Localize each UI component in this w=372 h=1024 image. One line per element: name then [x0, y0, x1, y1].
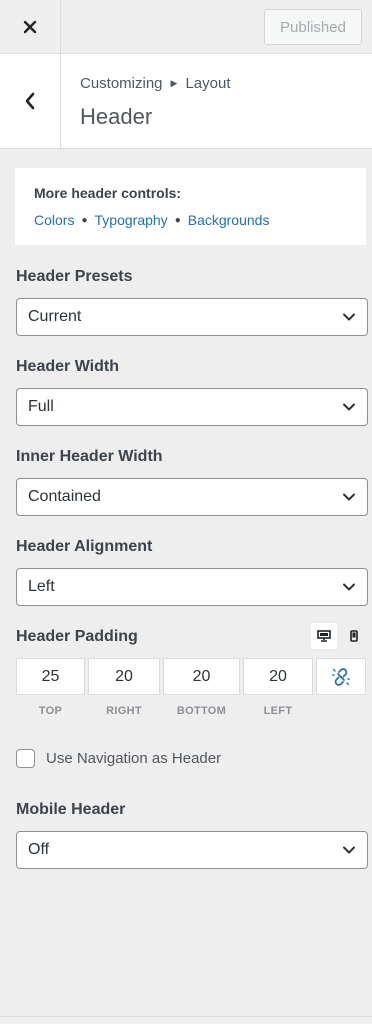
chevron-down-icon	[343, 846, 355, 854]
header-presets-label: Header Presets	[16, 268, 133, 285]
padding-bottom-caption: BOTTOM	[176, 705, 227, 717]
desktop-device-button[interactable]	[311, 623, 337, 649]
typography-link[interactable]: Typography	[95, 212, 168, 228]
padding-left-caption: LEFT	[263, 705, 293, 717]
padding-right-caption: RIGHT	[106, 705, 142, 717]
link-values-button[interactable]	[316, 658, 366, 695]
header-width-label: Header Width	[16, 358, 119, 375]
separator-dot: ●	[174, 214, 181, 226]
padding-bottom-input[interactable]: 20	[163, 658, 240, 695]
unlink-icon	[332, 667, 350, 686]
customizer-topbar: Published	[0, 0, 372, 54]
separator-dot: ●	[81, 214, 88, 226]
mobile-header-select[interactable]: Off	[16, 831, 368, 869]
close-icon	[23, 20, 37, 34]
breadcrumb-child: Layout	[185, 75, 231, 92]
breadcrumb-parent: Customizing	[80, 75, 163, 92]
header-padding-label: Header Padding	[16, 628, 138, 645]
nav-as-header-label[interactable]: Use Navigation as Header	[46, 750, 221, 767]
section-header: Customizing ▶ Layout Header	[0, 54, 372, 149]
padding-left-input[interactable]: 20	[243, 658, 313, 695]
header-presets-value: Current	[28, 308, 82, 325]
more-controls-box: More header controls: Colors ● Typograph…	[15, 168, 366, 245]
desktop-icon	[317, 630, 331, 642]
nav-as-header-checkbox[interactable]	[16, 749, 35, 768]
padding-top-input[interactable]: 25	[16, 658, 85, 695]
header-width-value: Full	[28, 398, 54, 415]
inner-header-width-select[interactable]: Contained	[16, 478, 368, 516]
inner-header-width-label: Inner Header Width	[16, 448, 163, 465]
back-button[interactable]	[0, 54, 61, 148]
chevron-down-icon	[343, 403, 355, 411]
chevron-down-icon	[343, 583, 355, 591]
mobile-icon	[350, 630, 358, 642]
mobile-header-label: Mobile Header	[16, 801, 126, 818]
mobile-header-value: Off	[28, 841, 50, 858]
padding-right-input[interactable]: 20	[88, 658, 160, 695]
more-controls-links: Colors ● Typography ● Backgrounds	[34, 212, 347, 228]
page-title: Header	[80, 104, 153, 129]
backgrounds-link[interactable]: Backgrounds	[188, 212, 270, 228]
breadcrumb-arrow-icon: ▶	[170, 78, 178, 88]
header-presets-select[interactable]: Current	[16, 298, 368, 336]
header-alignment-label: Header Alignment	[16, 538, 153, 555]
chevron-down-icon	[343, 493, 355, 501]
footer-divider	[0, 1016, 372, 1017]
header-width-select[interactable]: Full	[16, 388, 368, 426]
close-button[interactable]	[0, 0, 61, 54]
padding-top-caption: TOP	[38, 705, 63, 717]
chevron-left-icon	[25, 92, 35, 110]
breadcrumb: Customizing ▶ Layout	[80, 75, 231, 92]
header-alignment-select[interactable]: Left	[16, 568, 368, 606]
published-button[interactable]: Published	[264, 9, 362, 45]
header-alignment-value: Left	[28, 578, 55, 595]
more-controls-title: More header controls:	[34, 185, 182, 201]
inner-header-width-value: Contained	[28, 488, 101, 505]
chevron-down-icon	[343, 313, 355, 321]
colors-link[interactable]: Colors	[34, 212, 74, 228]
mobile-device-button[interactable]	[341, 623, 367, 649]
